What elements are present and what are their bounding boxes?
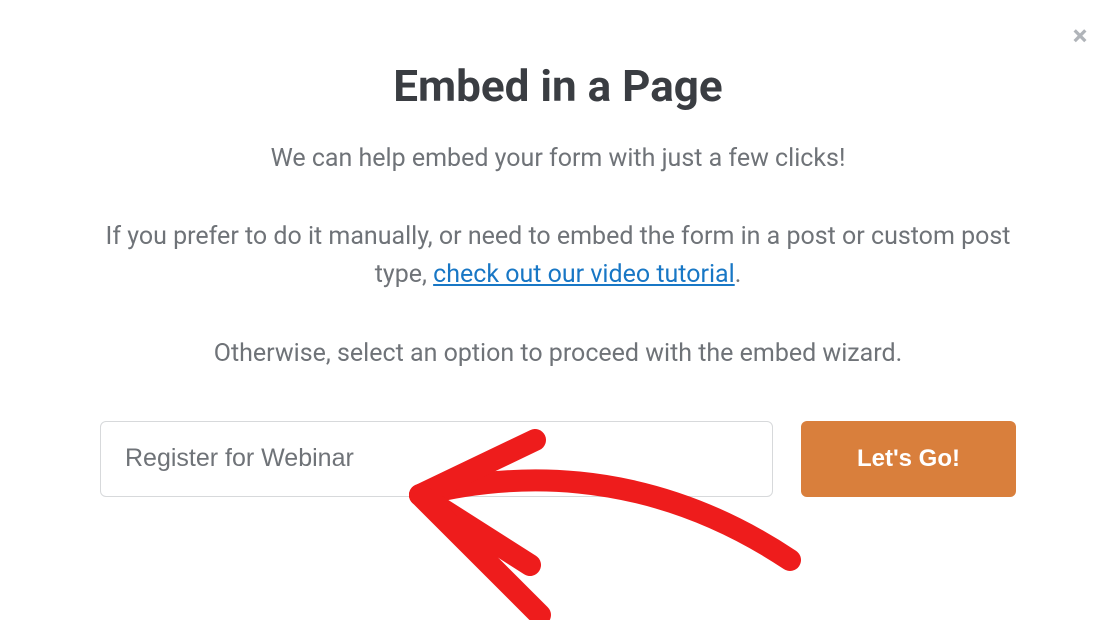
action-row: Let's Go! — [100, 421, 1016, 497]
video-tutorial-link[interactable]: check out our video tutorial — [433, 260, 735, 289]
wizard-text: Otherwise, select an option to proceed w… — [100, 335, 1016, 373]
page-name-input[interactable] — [100, 421, 773, 497]
modal-subtitle: We can help embed your form with just a … — [100, 140, 1016, 178]
close-icon: × — [1073, 24, 1088, 48]
lets-go-button[interactable]: Let's Go! — [801, 421, 1016, 497]
modal-body: If you prefer to do it manually, or need… — [100, 218, 1016, 296]
embed-modal: × Embed in a Page We can help embed your… — [0, 0, 1116, 537]
close-button[interactable]: × — [1068, 24, 1092, 48]
body-suffix: . — [735, 260, 742, 289]
modal-title: Embed in a Page — [100, 60, 1016, 112]
